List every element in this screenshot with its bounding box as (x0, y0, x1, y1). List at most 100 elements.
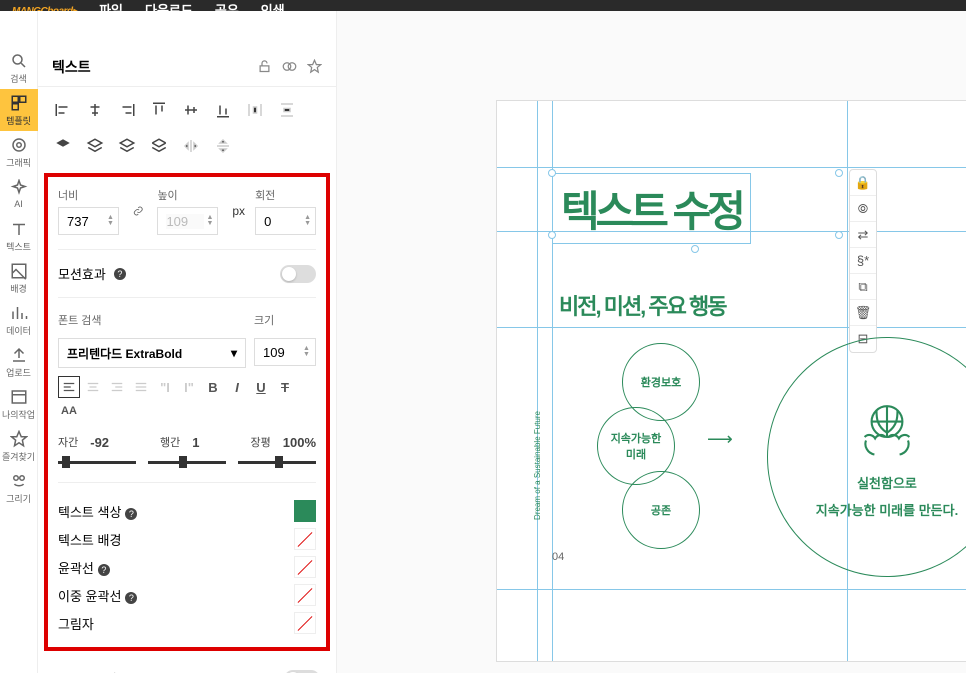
nav-graphic[interactable]: 그래픽 (0, 131, 38, 173)
panel-title: 텍스트 (52, 57, 91, 77)
nav-ai[interactable]: AI (0, 173, 38, 215)
nav-mywork[interactable]: 나의작업 (0, 383, 38, 425)
side-vertical-text[interactable]: Dream of a Sustainable Future (533, 411, 542, 520)
text-bg-swatch[interactable] (294, 528, 316, 550)
leading-label: 행간 (160, 434, 180, 450)
font-select[interactable]: 프리텐다드 ExtraBold▾ (58, 338, 246, 368)
nav-template[interactable]: 템플릿 (0, 89, 38, 131)
width-label: 너비 (58, 187, 119, 203)
text-align-justify-btn[interactable] (130, 376, 152, 398)
ft-lock-icon[interactable]: 🔒 (850, 170, 876, 196)
page[interactable]: 텍스트 수정 🔒 ⦾ ⇄ §* ⧉ 🗑 ⊟ 비전, 미션, 주요 행동 환경보호… (497, 101, 966, 661)
page-number: 04 (552, 551, 564, 563)
link-aspect-icon[interactable] (133, 203, 144, 219)
align-middle-btn[interactable] (178, 97, 204, 123)
big-line1: 실천함으로 (857, 473, 917, 492)
kerning-slider[interactable] (58, 456, 136, 468)
subtitle-text[interactable]: 비전, 미션, 주요 행동 (559, 289, 725, 321)
distribute-h-btn (242, 97, 268, 123)
font-size-label: 크기 (254, 312, 316, 328)
outline-label: 윤곽선 (58, 561, 94, 576)
text-color-label: 텍스트 색상 (58, 505, 121, 520)
strike-btn[interactable]: T (274, 376, 296, 398)
nav-data[interactable]: 데이터 (0, 299, 38, 341)
layer-row (38, 133, 336, 169)
leading-slider[interactable] (148, 456, 226, 468)
flip-h-btn (178, 133, 204, 159)
circle-coexist[interactable]: 공존 (622, 471, 700, 549)
help-icon[interactable]: ? (125, 508, 137, 520)
text-align-center-btn[interactable] (82, 376, 104, 398)
text-tools: "I I" B I U T AA (58, 376, 316, 422)
rotation-input[interactable]: ▲▼ (255, 207, 316, 235)
quote-left-btn[interactable]: "I (154, 376, 176, 398)
text-bg-label: 텍스트 배경 (58, 530, 121, 549)
layer-down-btn[interactable] (114, 133, 140, 159)
underline-btn[interactable]: U (250, 376, 272, 398)
motion-toggle[interactable] (280, 265, 316, 283)
photo-text-row: 사진 들어가는 텍스트 (38, 655, 336, 673)
canvas-area[interactable]: 텍스트 수정 🔒 ⦾ ⇄ §* ⧉ 🗑 ⊟ 비전, 미션, 주요 행동 환경보호… (337, 11, 966, 673)
nav-draw[interactable]: 그리기 (0, 467, 38, 509)
float-toolbar: 🔒 ⦾ ⇄ §* ⧉ 🗑 ⊟ (849, 169, 877, 353)
big-line2: 지속가능한 미래를 만든다. (816, 500, 958, 519)
italic-btn[interactable]: I (226, 376, 248, 398)
leading-value: 1 (192, 435, 199, 450)
nav-search[interactable]: 검색 (0, 47, 38, 89)
kerning-label: 자간 (58, 434, 78, 450)
ft-delete-icon[interactable]: 🗑 (850, 300, 876, 326)
layer-back-btn[interactable] (146, 133, 172, 159)
help-icon[interactable]: ? (114, 268, 126, 280)
nav-upload[interactable]: 업로드 (0, 341, 38, 383)
globe-hands-icon (852, 395, 922, 465)
nav-favorite[interactable]: 즐겨찾기 (0, 425, 38, 467)
nav-background[interactable]: 배경 (0, 257, 38, 299)
photo-text-label: 사진 들어가는 텍스트 (54, 669, 169, 673)
lock-icon[interactable] (257, 59, 272, 74)
star-icon[interactable] (307, 59, 322, 74)
help-icon[interactable]: ? (98, 564, 110, 576)
double-outline-swatch[interactable] (294, 584, 316, 606)
big-circle[interactable]: 실천함으로 지속가능한 미래를 만든다. (767, 337, 966, 577)
left-nav: 검색 템플릿 그래픽 AI 텍스트 배경 데이터 업로드 나의작업 즐겨찾기 그… (0, 11, 38, 673)
align-center-h-btn[interactable] (82, 97, 108, 123)
ft-copy-icon[interactable]: ⧉ (850, 274, 876, 300)
help-icon[interactable]: ? (125, 592, 137, 604)
font-size-input[interactable]: ▲▼ (254, 338, 316, 366)
properties-sidebar: 텍스트 (38, 11, 337, 673)
highlighted-section: 너비 ▲▼ 높이 ▲▼ px 회전 ▲▼ (44, 173, 330, 651)
rotation-label: 회전 (255, 187, 316, 203)
opacity-icon[interactable] (282, 59, 297, 74)
selected-text-element[interactable]: 텍스트 수정 (552, 173, 751, 244)
case-btn[interactable]: AA (58, 400, 80, 422)
quote-right-btn[interactable]: I" (178, 376, 200, 398)
layer-front-btn[interactable] (50, 133, 76, 159)
align-row-1 (38, 87, 336, 133)
stretch-label: 장평 (251, 434, 271, 450)
ft-opacity-icon[interactable]: ⦾ (850, 196, 876, 222)
layer-up-btn[interactable] (82, 133, 108, 159)
outline-swatch[interactable] (294, 556, 316, 578)
align-left-btn[interactable] (50, 97, 76, 123)
kerning-value: -92 (90, 435, 109, 450)
text-color-swatch[interactable] (294, 500, 316, 522)
nav-text[interactable]: 텍스트 (0, 215, 38, 257)
arrow-icon: ⟶ (707, 429, 733, 450)
align-top-btn[interactable] (146, 97, 172, 123)
text-align-right-btn[interactable] (106, 376, 128, 398)
ft-format-icon[interactable]: §* (850, 248, 876, 274)
align-right-btn[interactable] (114, 97, 140, 123)
text-align-left-btn[interactable] (58, 376, 80, 398)
stretch-slider[interactable] (238, 456, 316, 468)
motion-effect-label: 모션효과 (58, 264, 106, 283)
panel-header: 텍스트 (38, 47, 336, 87)
stretch-value: 100% (283, 435, 316, 450)
photo-text-toggle[interactable] (284, 670, 320, 674)
align-bottom-btn[interactable] (210, 97, 236, 123)
bold-btn[interactable]: B (202, 376, 224, 398)
ft-flip-icon[interactable]: ⇄ (850, 222, 876, 248)
shadow-swatch[interactable] (294, 612, 316, 634)
font-search-label: 폰트 검색 (58, 312, 244, 328)
width-input[interactable]: ▲▼ (58, 207, 119, 235)
size-unit: px (232, 204, 245, 218)
